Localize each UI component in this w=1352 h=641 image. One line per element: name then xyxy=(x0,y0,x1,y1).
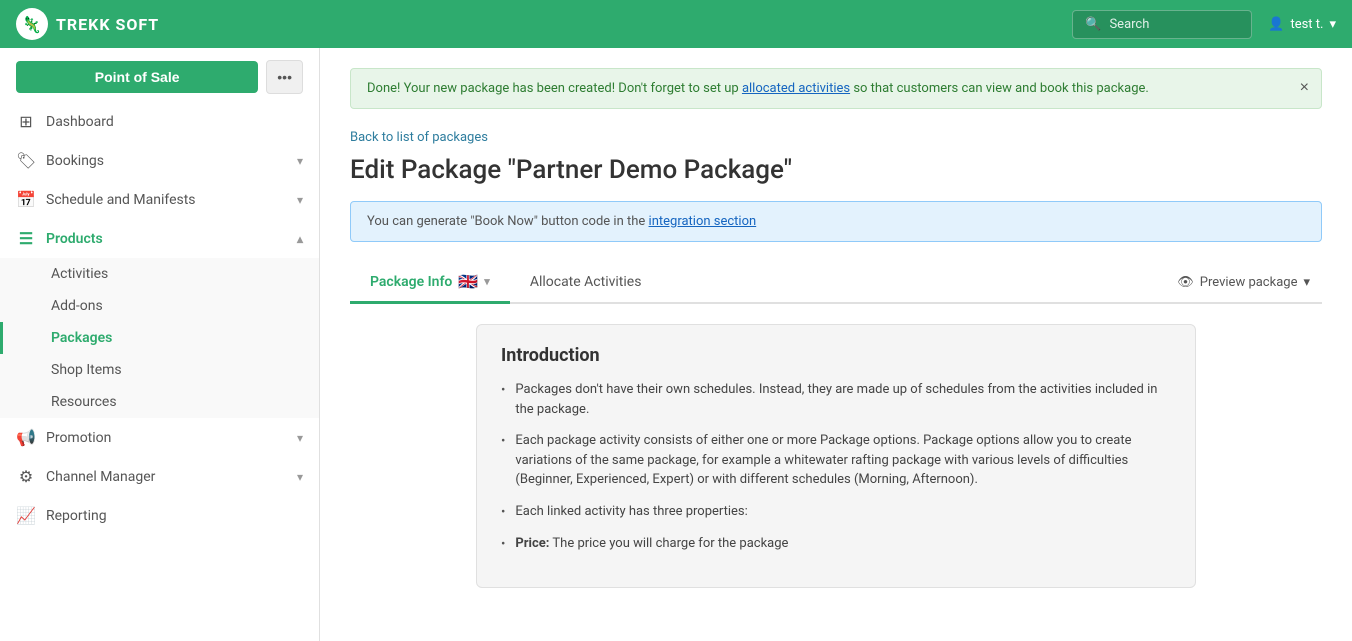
tab-allocate-activities[interactable]: Allocate Activities xyxy=(510,262,662,304)
sidebar-item-dashboard-label: Dashboard xyxy=(46,114,114,130)
sidebar-subitem-shopitems[interactable]: Shop Items xyxy=(0,354,319,386)
subitem-addons-label: Add-ons xyxy=(51,298,103,314)
info-text: You can generate "Book Now" button code … xyxy=(367,214,756,229)
preview-package-button[interactable]: 👁 Preview package ▾ xyxy=(1165,269,1322,296)
products-submenu: Activities Add-ons Packages Shop Items R… xyxy=(0,258,319,418)
sidebar-item-products[interactable]: ☰ Products ▴ xyxy=(0,219,319,258)
sidebar-item-dashboard[interactable]: ⊞ Dashboard xyxy=(0,102,319,141)
user-label: test t. xyxy=(1290,17,1323,32)
intro-item-2-text: Each package activity consists of either… xyxy=(515,431,1171,490)
intro-item-3: Each linked activity has three propertie… xyxy=(501,502,1171,523)
search-label: Search xyxy=(1109,17,1149,32)
success-alert: Done! Your new package has been created!… xyxy=(350,68,1322,109)
channel-manager-chevron-icon: ▾ xyxy=(297,470,303,484)
search-icon: 🔍 xyxy=(1085,17,1101,32)
bookings-chevron-icon: ▾ xyxy=(297,154,303,168)
sidebar-item-promotion[interactable]: 📢 Promotion ▾ xyxy=(0,418,319,457)
sidebar-item-reporting[interactable]: 📈 Reporting xyxy=(0,496,319,535)
main-layout: Point of Sale ••• ⊞ Dashboard 🏷 Bookings… xyxy=(0,48,1352,641)
sidebar-item-channel-manager-label: Channel Manager xyxy=(46,469,155,485)
eye-icon: 👁 xyxy=(1177,275,1194,290)
allocate-activities-tab-label: Allocate Activities xyxy=(530,274,642,290)
sidebar-subitem-activities[interactable]: Activities xyxy=(0,258,319,290)
schedule-chevron-icon: ▾ xyxy=(297,193,303,207)
sidebar-item-schedule-left: 📅 Schedule and Manifests xyxy=(16,190,196,209)
sidebar: Point of Sale ••• ⊞ Dashboard 🏷 Bookings… xyxy=(0,48,320,641)
preview-chevron-icon: ▾ xyxy=(1303,275,1310,290)
tabs-left: Package Info 🇬🇧 ▾ Allocate Activities xyxy=(350,262,661,302)
channel-manager-icon: ⚙ xyxy=(16,467,36,486)
tab-package-info[interactable]: Package Info 🇬🇧 ▾ xyxy=(350,262,510,304)
intro-item-4: Price: The price you will charge for the… xyxy=(501,534,1171,555)
package-info-tab-label: Package Info xyxy=(370,274,452,290)
user-chevron-icon: ▾ xyxy=(1329,17,1336,32)
alert-close-button[interactable]: × xyxy=(1300,79,1309,97)
dashboard-icon: ⊞ xyxy=(16,112,36,131)
preview-package-label: Preview package xyxy=(1200,275,1298,290)
promotion-chevron-icon: ▾ xyxy=(297,431,303,445)
sidebar-subitem-addons[interactable]: Add-ons xyxy=(0,290,319,322)
intro-item-2: Each package activity consists of either… xyxy=(501,431,1171,490)
sidebar-pos-section: Point of Sale ••• xyxy=(16,60,303,94)
price-label: Price: xyxy=(515,536,549,551)
intro-list: Packages don't have their own schedules.… xyxy=(501,380,1171,555)
intro-item-4-text: Price: The price you will charge for the… xyxy=(515,534,788,555)
brand-name: TREKK SOFT xyxy=(56,15,159,34)
integration-section-link[interactable]: integration section xyxy=(649,214,757,229)
subitem-packages-label: Packages xyxy=(51,330,112,346)
user-icon: 👤 xyxy=(1268,17,1284,32)
sidebar-item-dashboard-left: ⊞ Dashboard xyxy=(16,112,114,131)
brand-logo: 🦎 TREKK SOFT xyxy=(16,8,159,40)
sidebar-subitem-resources[interactable]: Resources xyxy=(0,386,319,418)
page-title: Edit Package "Partner Demo Package" xyxy=(350,155,1322,185)
flag-icon: 🇬🇧 xyxy=(458,272,478,291)
info-box: You can generate "Book Now" button code … xyxy=(350,201,1322,242)
subitem-resources-label: Resources xyxy=(51,394,117,410)
intro-title: Introduction xyxy=(501,345,1171,366)
brand-icon: 🦎 xyxy=(16,8,48,40)
sidebar-item-promotion-left: 📢 Promotion xyxy=(16,428,111,447)
sidebar-item-reporting-left: 📈 Reporting xyxy=(16,506,107,525)
sidebar-item-schedule-label: Schedule and Manifests xyxy=(46,192,196,208)
bookings-icon: 🏷 xyxy=(16,151,36,170)
content-area: Done! Your new package has been created!… xyxy=(320,48,1352,641)
tab-chevron-icon: ▾ xyxy=(484,275,490,288)
products-icon: ☰ xyxy=(16,229,36,248)
sidebar-item-products-label: Products xyxy=(46,231,103,247)
intro-item-3-text: Each linked activity has three propertie… xyxy=(515,502,747,523)
alert-text: Done! Your new package has been created!… xyxy=(367,81,1149,96)
sidebar-item-bookings-left: 🏷 Bookings xyxy=(16,151,104,170)
pos-dots-button[interactable]: ••• xyxy=(266,60,303,94)
sidebar-item-bookings[interactable]: 🏷 Bookings ▾ xyxy=(0,141,319,180)
subitem-activities-label: Activities xyxy=(51,266,108,282)
user-menu[interactable]: 👤 test t. ▾ xyxy=(1268,17,1336,32)
pos-button[interactable]: Point of Sale xyxy=(16,61,258,93)
products-chevron-icon: ▴ xyxy=(297,232,303,246)
search-box[interactable]: 🔍 Search xyxy=(1072,10,1252,39)
navbar: 🦎 TREKK SOFT 🔍 Search 👤 test t. ▾ xyxy=(0,0,1352,48)
intro-item-1-text: Packages don't have their own schedules.… xyxy=(515,380,1171,419)
price-description: The price you will charge for the packag… xyxy=(549,536,788,551)
allocated-activities-link[interactable]: allocated activities xyxy=(742,81,850,96)
reporting-icon: 📈 xyxy=(16,506,36,525)
introduction-box: Introduction Packages don't have their o… xyxy=(476,324,1196,588)
sidebar-item-products-left: ☰ Products xyxy=(16,229,103,248)
sidebar-item-promotion-label: Promotion xyxy=(46,430,111,446)
sidebar-subitem-packages[interactable]: Packages xyxy=(0,322,319,354)
sidebar-item-schedule[interactable]: 📅 Schedule and Manifests ▾ xyxy=(0,180,319,219)
sidebar-item-reporting-label: Reporting xyxy=(46,508,107,524)
navbar-right: 🔍 Search 👤 test t. ▾ xyxy=(1072,10,1336,39)
tabs-bar: Package Info 🇬🇧 ▾ Allocate Activities 👁 … xyxy=(350,262,1322,304)
sidebar-item-channel-manager[interactable]: ⚙ Channel Manager ▾ xyxy=(0,457,319,496)
sidebar-item-channel-manager-left: ⚙ Channel Manager xyxy=(16,467,155,486)
schedule-icon: 📅 xyxy=(16,190,36,209)
subitem-shopitems-label: Shop Items xyxy=(51,362,122,378)
intro-item-1: Packages don't have their own schedules.… xyxy=(501,380,1171,419)
sidebar-item-bookings-label: Bookings xyxy=(46,153,104,169)
back-link[interactable]: Back to list of packages xyxy=(350,130,488,145)
promotion-icon: 📢 xyxy=(16,428,36,447)
